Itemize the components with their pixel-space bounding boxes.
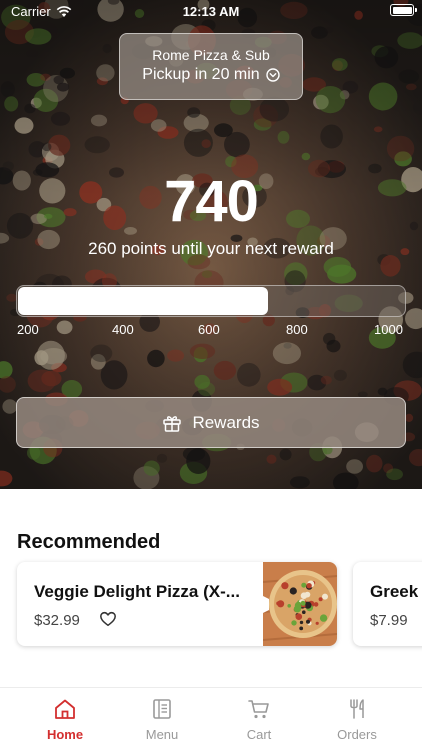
- topping-decoration: [299, 626, 304, 631]
- progress-tick: 1000: [374, 322, 403, 337]
- topping-decoration: [306, 619, 310, 624]
- pizza-thumbnail: [263, 562, 337, 646]
- progress-tick: 600: [198, 322, 220, 337]
- topping-decoration: [319, 614, 328, 622]
- battery-icon: [390, 4, 417, 16]
- tab-label: Cart: [246, 727, 272, 742]
- topping-decoration: [306, 583, 312, 589]
- topping-decoration: [318, 597, 323, 602]
- rewards-progress-bar: [16, 285, 406, 317]
- progress-tick: 200: [17, 322, 39, 337]
- points-subtitle: 260 points until your next reward: [88, 239, 334, 258]
- topping-decoration: [289, 587, 297, 595]
- store-selector-button[interactable]: Rome Pizza & Sub Pickup in 20 min: [119, 33, 303, 100]
- tab-label: Orders: [337, 727, 377, 742]
- menu-icon: [153, 699, 171, 719]
- cart-icon: [248, 700, 269, 719]
- topping-decoration: [281, 582, 289, 590]
- pickup-time: Pickup in 20 min: [120, 66, 302, 84]
- topping-decoration: [305, 601, 311, 608]
- rewards-button-label: Rewards: [192, 412, 260, 432]
- progress-tick: 400: [112, 322, 134, 337]
- gift-icon: [163, 415, 182, 432]
- home-icon: [55, 699, 75, 719]
- topping-decoration: [315, 621, 319, 625]
- topping-decoration: [301, 582, 307, 588]
- topping-decoration: [322, 593, 328, 600]
- recommended-heading: Recommended: [17, 531, 161, 553]
- tab-home[interactable]: Home: [25, 698, 105, 742]
- store-name: Rome Pizza & Sub: [152, 47, 270, 63]
- progress-tick: 800: [286, 322, 308, 337]
- topping-decoration: [276, 601, 280, 606]
- topping-decoration: [302, 610, 306, 614]
- product-card[interactable]: Veggie Delight Pizza (X-... $32.99: [17, 562, 337, 646]
- topping-decoration: [300, 592, 308, 599]
- tab-cart[interactable]: Cart: [219, 698, 299, 742]
- topping-decoration: [299, 620, 304, 625]
- product-price: $32.99: [34, 612, 80, 629]
- progress-ticks: 200 400 600 800 1000: [0, 322, 422, 338]
- chevron-down-circle-icon: [265, 68, 280, 82]
- product-name: Veggie Delight Pizza (X-...: [34, 582, 240, 601]
- points-total: 740: [164, 169, 259, 234]
- bottom-tab-bar: Home Menu Cart Orders: [0, 687, 422, 750]
- product-price: $7.99: [370, 612, 408, 629]
- topping-decoration: [287, 604, 291, 608]
- topping-decoration: [291, 620, 297, 626]
- tab-menu[interactable]: Menu: [122, 698, 202, 742]
- status-bar: Carrier 12:13 AM: [0, 0, 422, 22]
- heart-icon[interactable]: [99, 610, 117, 628]
- tab-label: Menu: [145, 727, 179, 742]
- utensils-icon: [350, 699, 364, 719]
- product-card[interactable]: Greek $7.99: [353, 562, 422, 646]
- product-name: Greek: [370, 582, 419, 601]
- tab-label: Home: [46, 727, 84, 742]
- pickup-time-label: Pickup in 20 min: [142, 66, 260, 83]
- tab-orders[interactable]: Orders: [317, 698, 397, 742]
- topping-decoration: [300, 600, 306, 606]
- status-time: 12:13 AM: [182, 4, 240, 19]
- rewards-progress-fill: [18, 287, 268, 315]
- topping-decoration: [295, 613, 303, 620]
- rewards-button[interactable]: Rewards: [16, 397, 406, 448]
- topping-decoration: [313, 602, 319, 607]
